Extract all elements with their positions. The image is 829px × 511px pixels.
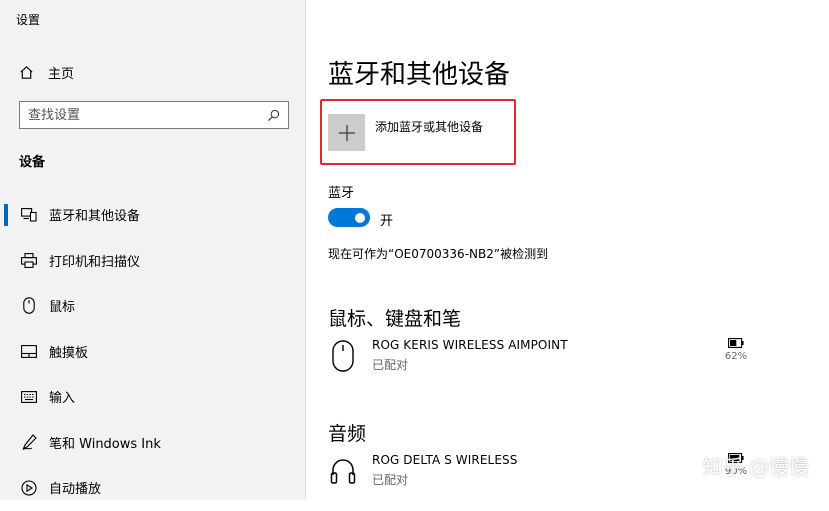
headphones-icon bbox=[328, 453, 358, 489]
sidebar-item-autoplay[interactable]: 自动播放 bbox=[0, 465, 305, 511]
mouse-icon bbox=[328, 338, 358, 374]
bluetooth-label: 蓝牙 bbox=[328, 186, 355, 201]
discoverable-text: 现在可作为“OE0700336-NB2”被检测到 bbox=[328, 247, 549, 261]
sidebar-item-label: 蓝牙和其他设备 bbox=[49, 209, 141, 225]
search-box[interactable] bbox=[19, 101, 289, 129]
sidebar-item-touchpad[interactable]: 触摸板 bbox=[0, 329, 305, 375]
sidebar-item-typing[interactable]: 输入 bbox=[0, 374, 305, 420]
sidebar-item-label: 输入 bbox=[49, 391, 76, 407]
printer-icon bbox=[20, 251, 38, 269]
sidebar-item-bluetooth[interactable]: 蓝牙和其他设备 bbox=[0, 192, 305, 238]
section-heading: 设备 bbox=[19, 155, 46, 170]
main-content: 蓝牙和其他设备 添加蓝牙或其他设备 蓝牙 开 现在可作为“OE0700336-N… bbox=[306, 0, 829, 500]
touchpad-icon bbox=[20, 342, 38, 360]
group-heading-input: 鼠标、键盘和笔 bbox=[328, 308, 462, 330]
search-input[interactable] bbox=[28, 107, 266, 123]
page-title: 蓝牙和其他设备 bbox=[328, 60, 511, 90]
group-heading-audio: 音频 bbox=[328, 423, 367, 445]
autoplay-icon bbox=[20, 479, 38, 497]
home-icon bbox=[18, 64, 34, 80]
sidebar-item-label: 鼠标 bbox=[49, 300, 76, 316]
sidebar-item-printers[interactable]: 打印机和扫描仪 bbox=[0, 238, 305, 284]
window-title: 设置 bbox=[16, 13, 41, 27]
sidebar-nav: 蓝牙和其他设备 打印机和扫描仪 鼠标 触摸板 输入 笔和 Windows Ink… bbox=[0, 192, 305, 511]
battery-icon bbox=[716, 338, 756, 348]
plus-icon bbox=[328, 114, 365, 151]
search-icon[interactable] bbox=[266, 108, 280, 122]
toggle-knob bbox=[355, 212, 365, 223]
sidebar-item-label: 触摸板 bbox=[49, 345, 89, 361]
sidebar-item-pen[interactable]: 笔和 Windows Ink bbox=[0, 420, 305, 466]
sidebar-item-label: 打印机和扫描仪 bbox=[49, 254, 141, 270]
sidebar-item-home[interactable]: 主页 bbox=[18, 62, 74, 82]
device-status: 已配对 bbox=[372, 358, 409, 372]
watermark: 知乎 @慢慢 bbox=[702, 455, 809, 479]
sidebar-item-mouse[interactable]: 鼠标 bbox=[0, 283, 305, 329]
sidebar: 设置 主页 设备 蓝牙和其他设备 打印机和扫描仪 bbox=[0, 0, 306, 500]
bluetooth-toggle[interactable] bbox=[328, 208, 370, 227]
battery-level: 62% bbox=[724, 351, 748, 362]
device-status: 已配对 bbox=[372, 473, 409, 487]
sidebar-item-label: 主页 bbox=[48, 66, 75, 82]
add-device-button[interactable]: 添加蓝牙或其他设备 bbox=[328, 114, 508, 154]
mouse-icon bbox=[20, 297, 38, 315]
battery-indicator: 62% bbox=[716, 338, 756, 362]
pen-icon bbox=[20, 433, 38, 451]
add-device-label: 添加蓝牙或其他设备 bbox=[375, 120, 484, 134]
keyboard-icon bbox=[20, 388, 38, 406]
sidebar-item-label: 笔和 Windows Ink bbox=[49, 436, 161, 452]
sidebar-item-label: 自动播放 bbox=[49, 482, 102, 498]
device-name: ROG DELTA S WIRELESS bbox=[372, 453, 518, 467]
device-name: ROG KERIS WIRELESS AIMPOINT bbox=[372, 338, 568, 352]
bluetooth-toggle-state: 开 bbox=[380, 214, 394, 229]
bluetooth-devices-icon bbox=[20, 206, 38, 224]
device-item[interactable]: ROG KERIS WIRELESS AIMPOINT 已配对 62% bbox=[328, 338, 808, 378]
